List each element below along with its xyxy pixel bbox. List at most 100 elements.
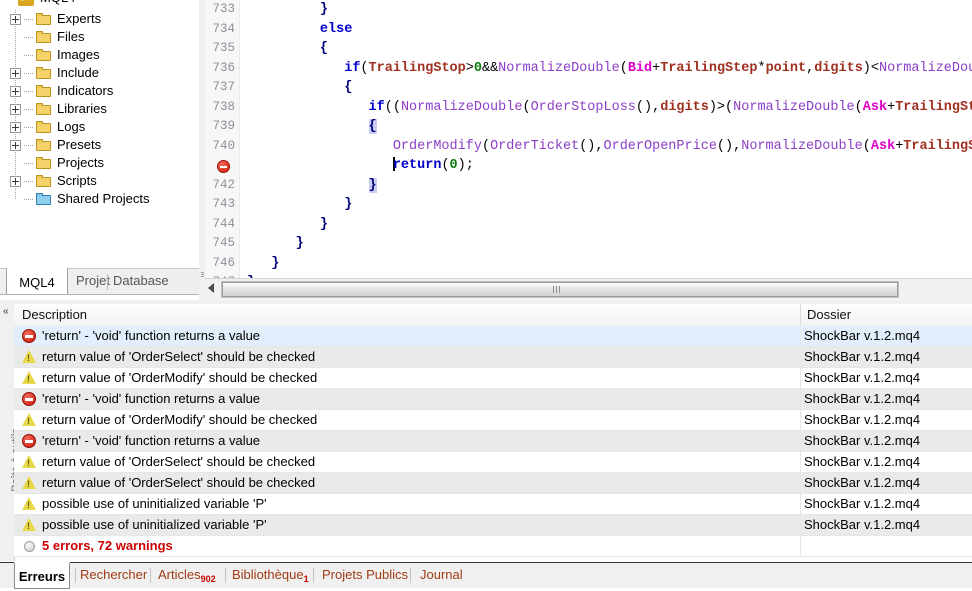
tree-root-mql4[interactable]: MQL4 xyxy=(0,0,199,10)
row-column-divider xyxy=(800,389,801,409)
row-folder: ShockBar v.1.2.mq4 xyxy=(804,347,920,367)
expand-plus-icon[interactable] xyxy=(10,176,21,187)
error-list[interactable]: Description Dossier 'return' - 'void' fu… xyxy=(14,304,972,561)
tree-line xyxy=(15,154,16,172)
tab-erreurs[interactable]: Erreurs xyxy=(14,562,70,589)
navigator-panel: MQL4 Experts Files xyxy=(0,0,199,268)
code-line[interactable]: 740 OrderModify(OrderTicket(),OrderOpenP… xyxy=(205,137,972,157)
code-line[interactable]: 746 } xyxy=(205,254,972,274)
tree-connector xyxy=(24,127,34,128)
sidebar-item-libraries[interactable]: Libraries xyxy=(0,100,199,118)
sidebar-item-include[interactable]: Include xyxy=(0,64,199,82)
row-description-text: return value of 'OrderModify' should be … xyxy=(42,410,317,430)
table-row[interactable]: return value of 'OrderSelect' should be … xyxy=(14,473,972,494)
folder-icon xyxy=(36,13,51,25)
code-line[interactable]: 739 { xyxy=(205,117,972,137)
table-row[interactable]: return value of 'OrderModify' should be … xyxy=(14,368,972,389)
tab-journal[interactable]: Journal xyxy=(420,563,463,588)
sidebar-item-shared-projects[interactable]: Shared Projects xyxy=(0,190,199,208)
tab-mql4[interactable]: MQL4 xyxy=(6,267,68,295)
expand-plus-icon[interactable] xyxy=(10,122,21,133)
sidebar-item-images[interactable]: Images xyxy=(0,46,199,64)
folder-icon xyxy=(36,31,51,43)
table-row[interactable]: return value of 'OrderModify' should be … xyxy=(14,410,972,431)
table-row[interactable]: possible use of uninitialized variable '… xyxy=(14,494,972,515)
table-row[interactable]: return value of 'OrderSelect' should be … xyxy=(14,347,972,368)
row-column-divider xyxy=(800,326,801,346)
code-line[interactable]: 745 } xyxy=(205,234,972,254)
expand-plus-icon[interactable] xyxy=(10,14,21,25)
code-lines[interactable]: 733 } 734 else 735 { 736 if(Traili xyxy=(205,0,972,278)
code-line[interactable]: 735 { xyxy=(205,39,972,59)
collapse-chevron-icon[interactable]: « xyxy=(3,307,9,317)
tab-rechercher[interactable]: Rechercher xyxy=(80,563,147,588)
code-text: } xyxy=(247,176,377,196)
table-row-summary[interactable]: 5 errors, 72 warnings xyxy=(14,536,972,557)
sidebar-item-logs[interactable]: Logs xyxy=(0,118,199,136)
scroll-left-arrow-icon[interactable] xyxy=(208,283,214,293)
error-list-rows[interactable]: 'return' - 'void' function returns a val… xyxy=(14,326,972,557)
code-line[interactable]: 734 else xyxy=(205,20,972,40)
table-row[interactable]: 'return' - 'void' function returns a val… xyxy=(14,326,972,347)
code-line[interactable]: 736 if(TrailingStop>0&&NormalizeDouble(B… xyxy=(205,59,972,79)
table-row[interactable]: 'return' - 'void' function returns a val… xyxy=(14,431,972,452)
code-line[interactable]: 742 } xyxy=(205,176,972,196)
code-line[interactable]: 744 } xyxy=(205,215,972,235)
tab-projets-publics[interactable]: Projets Publics xyxy=(322,563,408,588)
row-column-divider xyxy=(800,347,801,367)
warning-icon xyxy=(22,476,36,489)
folder-icon xyxy=(36,67,51,79)
code-line[interactable]: 733 } xyxy=(205,0,972,20)
line-number: 735 xyxy=(205,39,235,59)
expand-plus-icon[interactable] xyxy=(10,68,21,79)
table-row[interactable]: possible use of uninitialized variable '… xyxy=(14,515,972,536)
line-number: 746 xyxy=(205,254,235,274)
tab-articles[interactable]: Articles902 xyxy=(158,563,216,588)
code-line[interactable]: 743 } xyxy=(205,195,972,215)
tree-connector xyxy=(24,181,34,182)
code-text: if(TrailingStop>0&&NormalizeDouble(Bid+T… xyxy=(247,59,972,79)
sidebar-item-experts[interactable]: Experts xyxy=(0,10,199,28)
code-line-with-error[interactable]: return(0); xyxy=(205,156,972,176)
error-icon xyxy=(22,392,36,406)
editor-horizontal-scrollbar[interactable] xyxy=(205,278,972,301)
tab-projet[interactable]: Projet xyxy=(76,269,110,295)
sidebar-item-label: Shared Projects xyxy=(57,190,150,208)
row-folder: ShockBar v.1.2.mq4 xyxy=(804,452,920,472)
row-column-divider xyxy=(800,431,801,451)
expand-plus-icon[interactable] xyxy=(10,140,21,151)
code-editor[interactable]: 733 } 734 else 735 { 736 if(Traili xyxy=(205,0,972,278)
sidebar-item-projects[interactable]: Projects xyxy=(0,154,199,172)
code-text: } xyxy=(247,215,328,235)
error-marker-icon[interactable] xyxy=(217,160,230,173)
row-description-text: return value of 'OrderSelect' should be … xyxy=(42,473,315,493)
code-text: OrderModify(OrderTicket(),OrderOpenPrice… xyxy=(247,137,972,157)
tree-line xyxy=(15,28,16,46)
tab-database[interactable]: Database xyxy=(113,269,169,295)
tree-line xyxy=(15,46,16,64)
tab-bibliotheque[interactable]: Bibliothèque1 xyxy=(232,563,309,588)
folder-icon xyxy=(36,121,51,133)
table-row[interactable]: return value of 'OrderSelect' should be … xyxy=(14,452,972,473)
code-text: { xyxy=(247,117,377,137)
code-text: } xyxy=(247,234,304,254)
folder-icon xyxy=(36,49,51,61)
sidebar-item-presets[interactable]: Presets xyxy=(0,136,199,154)
tree-connector xyxy=(24,55,34,56)
column-header-dossier[interactable]: Dossier xyxy=(807,304,851,325)
expand-plus-icon[interactable] xyxy=(10,104,21,115)
sidebar-item-files[interactable]: Files xyxy=(0,28,199,46)
row-column-divider xyxy=(800,452,801,472)
code-line[interactable]: 738 if((NormalizeDouble(OrderStopLoss(),… xyxy=(205,98,972,118)
column-header-description[interactable]: Description xyxy=(22,304,87,325)
sidebar-item-scripts[interactable]: Scripts xyxy=(0,172,199,190)
navigator-tree[interactable]: MQL4 Experts Files xyxy=(0,0,199,208)
expand-plus-icon[interactable] xyxy=(10,86,21,97)
code-line[interactable]: 737 { xyxy=(205,78,972,98)
row-description-text: 'return' - 'void' function returns a val… xyxy=(42,431,260,451)
scrollbar-grip-icon xyxy=(553,286,561,293)
sidebar-item-indicators[interactable]: Indicators xyxy=(0,82,199,100)
column-divider[interactable] xyxy=(800,304,801,325)
table-row[interactable]: 'return' - 'void' function returns a val… xyxy=(14,389,972,410)
line-number: 734 xyxy=(205,20,235,40)
